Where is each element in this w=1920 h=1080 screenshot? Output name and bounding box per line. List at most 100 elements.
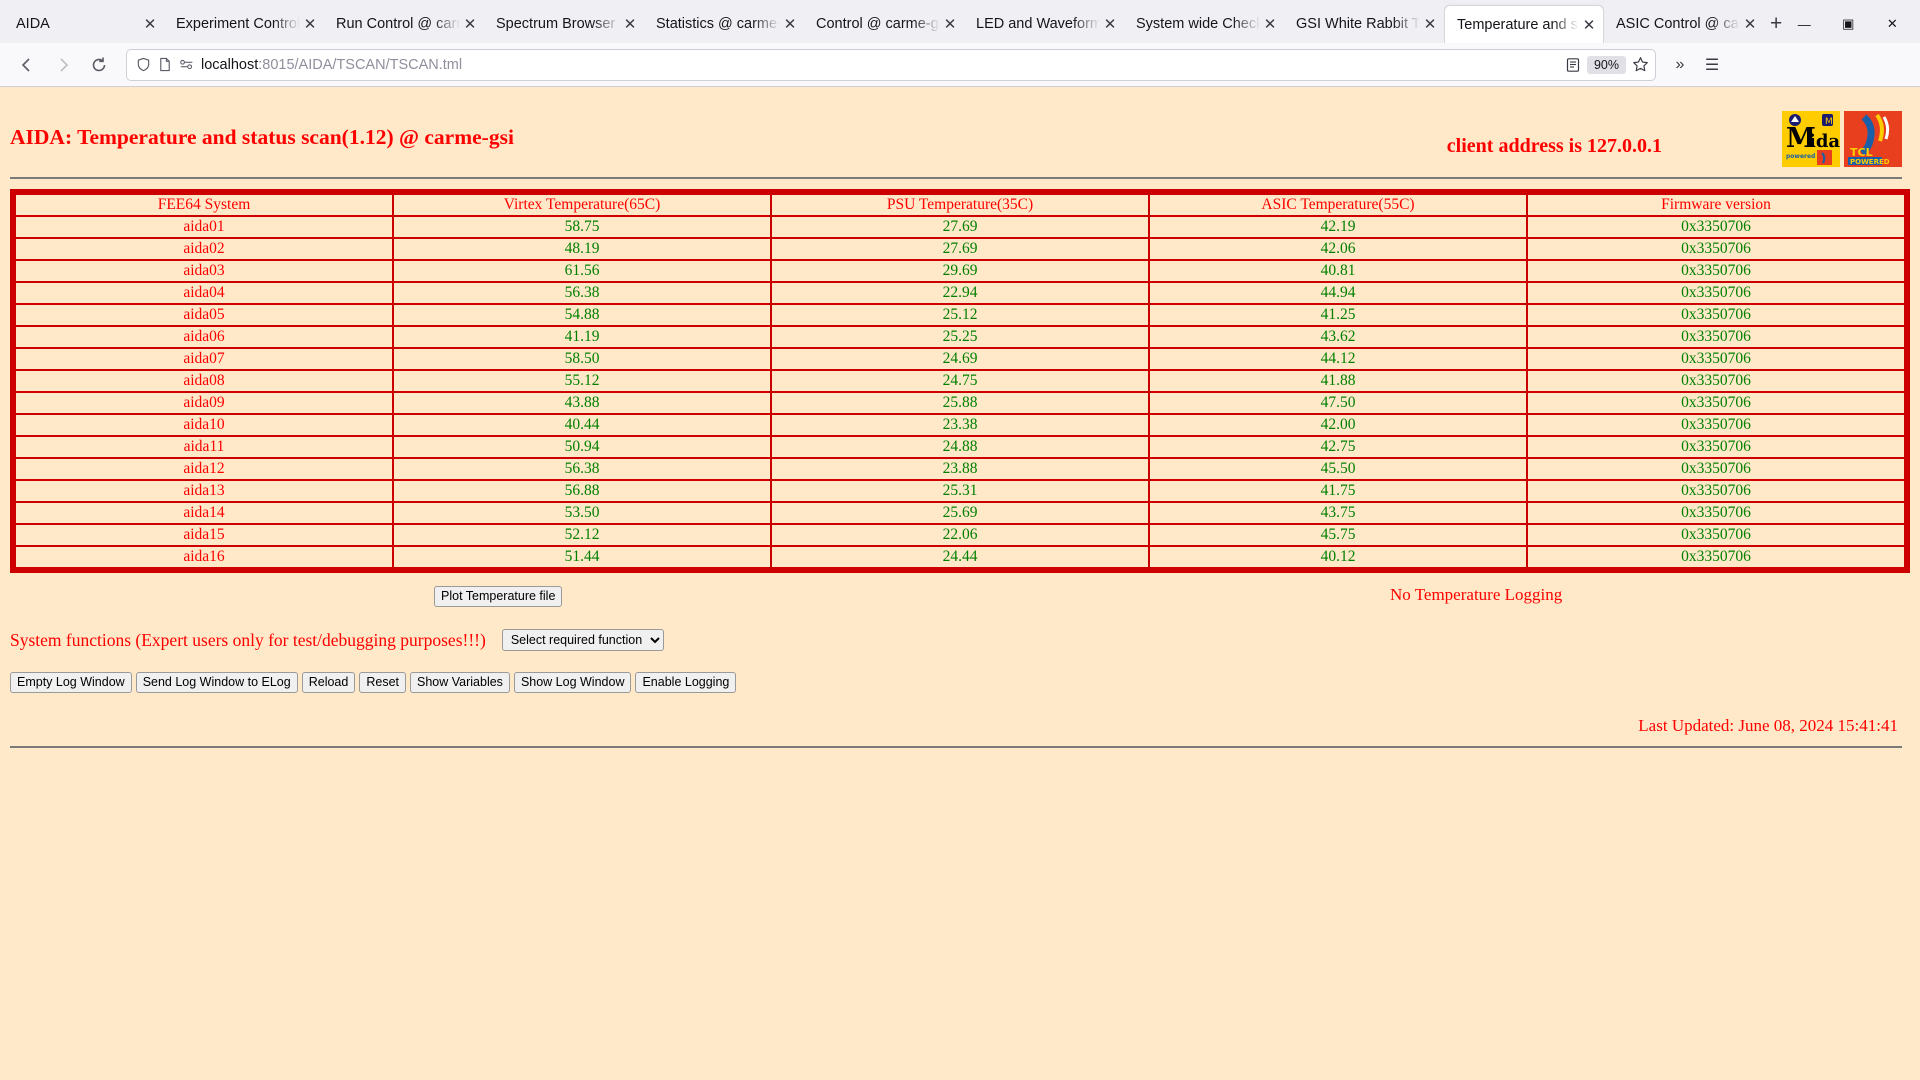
temperature-table-container: FEE64 System Virtex Temperature(65C) PSU T… bbox=[0, 179, 1920, 573]
page-icon[interactable] bbox=[158, 57, 172, 72]
browser-tab[interactable]: Run Control @ carme-gsi✕ bbox=[324, 5, 484, 43]
close-tab-icon[interactable]: ✕ bbox=[780, 14, 800, 34]
table-cell: 0x3350706 bbox=[1528, 525, 1904, 545]
browser-tab[interactable]: Spectrum Browser ✕ bbox=[484, 5, 644, 43]
browser-tab-label: System wide Check bbox=[1136, 16, 1260, 32]
table-cell: 47.50 bbox=[1150, 393, 1526, 413]
svg-text:idas: idas bbox=[1809, 131, 1840, 152]
page-content: AIDA: Temperature and status scan(1.12) … bbox=[0, 87, 1920, 1080]
client-address: client address is 127.0.0.1 bbox=[1446, 134, 1662, 157]
fee64-system-cell: aida02 bbox=[16, 239, 392, 259]
close-tab-icon[interactable]: ✕ bbox=[1260, 14, 1280, 34]
browser-tab[interactable]: GSI White Rabbit Time✕ bbox=[1284, 5, 1444, 43]
fee64-system-cell: aida09 bbox=[16, 393, 392, 413]
browser-tab[interactable]: Control @ carme-gsi ✕ bbox=[804, 5, 964, 43]
bookmark-star-icon[interactable] bbox=[1632, 56, 1649, 73]
maximize-window-button[interactable]: ▣ bbox=[1826, 8, 1870, 40]
table-cell: 41.19 bbox=[394, 327, 770, 347]
controls-area: Plot Temperature file No Temperature Log… bbox=[0, 583, 1920, 736]
browser-tab[interactable]: Temperature and status scan✕ bbox=[1444, 5, 1604, 43]
close-tab-icon[interactable]: ✕ bbox=[940, 14, 960, 34]
table-row: aida07 58.50 24.69 44.12 0x3350706 bbox=[16, 349, 1904, 369]
table-cell: 0x3350706 bbox=[1528, 459, 1904, 479]
close-tab-icon[interactable]: ✕ bbox=[1100, 14, 1120, 34]
function-select[interactable]: Select required function bbox=[501, 629, 664, 651]
action-button[interactable]: Show Log Window bbox=[513, 672, 632, 693]
table-cell: 42.75 bbox=[1150, 437, 1526, 457]
browser-chrome: AIDA ✕ Experiment Control ✕ Run Control @ ca… bbox=[0, 0, 1920, 87]
close-tab-icon[interactable]: ✕ bbox=[1740, 14, 1760, 34]
browser-tab[interactable]: Statistics @ carme-gsi✕ bbox=[644, 5, 804, 43]
table-row: aida10 40.44 23.38 42.00 0x3350706 bbox=[16, 415, 1904, 435]
browser-tab[interactable]: System wide Check ✕ bbox=[1124, 5, 1284, 43]
action-button[interactable]: Reset bbox=[359, 672, 406, 693]
action-button[interactable]: Enable Logging bbox=[635, 672, 737, 693]
table-row: aida01 58.75 27.69 42.19 0x3350706 bbox=[16, 217, 1904, 237]
table-cell: 24.69 bbox=[772, 349, 1148, 369]
logo-group: M M idas powered by TCL bbox=[1782, 111, 1902, 167]
browser-tab[interactable]: Experiment Control ✕ bbox=[164, 5, 324, 43]
permissions-icon[interactable] bbox=[179, 57, 195, 72]
close-tab-icon[interactable]: ✕ bbox=[300, 14, 320, 34]
shield-icon[interactable] bbox=[136, 57, 151, 72]
browser-tab-label: Run Control @ carme-gsi bbox=[336, 16, 460, 32]
table-cell: 40.44 bbox=[394, 415, 770, 435]
table-column-header: Firmware version bbox=[1528, 195, 1904, 215]
table-cell: 52.12 bbox=[394, 525, 770, 545]
back-arrow-icon bbox=[21, 57, 30, 72]
close-tab-icon[interactable]: ✕ bbox=[140, 14, 160, 34]
browser-tab[interactable]: ASIC Control @ carme-gsi✕ bbox=[1604, 5, 1764, 43]
table-cell: 56.38 bbox=[394, 283, 770, 303]
table-cell: 22.06 bbox=[772, 525, 1148, 545]
table-cell: 0x3350706 bbox=[1528, 503, 1904, 523]
close-tab-icon[interactable]: ✕ bbox=[620, 14, 640, 34]
table-cell: 0x3350706 bbox=[1528, 371, 1904, 391]
table-cell: 25.25 bbox=[772, 327, 1148, 347]
minimize-window-button[interactable]: — bbox=[1782, 8, 1826, 40]
table-cell: 0x3350706 bbox=[1528, 415, 1904, 435]
last-updated-text: Last Updated: June 08, 2024 15:41:41 bbox=[1638, 716, 1898, 735]
table-row: aida05 54.88 25.12 41.25 0x3350706 bbox=[16, 305, 1904, 325]
url-bar[interactable]: localhost:8015/AIDA/TSCAN/TSCAN.tml 90% bbox=[126, 48, 1656, 81]
table-cell: 25.12 bbox=[772, 305, 1148, 325]
table-row: aida13 56.88 25.31 41.75 0x3350706 bbox=[16, 481, 1904, 501]
table-cell: 48.19 bbox=[394, 239, 770, 259]
close-tab-icon[interactable]: ✕ bbox=[460, 14, 480, 34]
close-tab-icon[interactable]: ✕ bbox=[1420, 14, 1440, 34]
browser-tab-label: Control @ carme-gsi bbox=[816, 16, 940, 32]
browser-tab[interactable]: AIDA ✕ bbox=[4, 5, 164, 43]
back-button[interactable] bbox=[10, 48, 44, 82]
table-column-header: Virtex Temperature(65C) bbox=[394, 195, 770, 215]
system-functions-row: System functions (Expert users only for … bbox=[10, 629, 1902, 651]
reload-button[interactable] bbox=[82, 48, 116, 82]
fee64-system-cell: aida05 bbox=[16, 305, 392, 325]
action-button[interactable]: Send Log Window to ELog bbox=[135, 672, 298, 693]
fee64-system-cell: aida10 bbox=[16, 415, 392, 435]
table-column-header: FEE64 System bbox=[16, 195, 392, 215]
plot-temperature-file-button[interactable]: Plot Temperature file bbox=[434, 585, 563, 607]
overflow-chevrons-button[interactable]: » bbox=[1664, 49, 1696, 81]
browser-tab-label: AIDA bbox=[16, 16, 50, 32]
forward-button[interactable] bbox=[46, 48, 80, 82]
reader-mode-icon[interactable] bbox=[1565, 57, 1581, 73]
action-button-row: Empty Log Window Send Log Window to ELog R… bbox=[10, 672, 1902, 693]
close-tab-icon[interactable]: ✕ bbox=[1579, 15, 1599, 35]
table-cell: 0x3350706 bbox=[1528, 393, 1904, 413]
url-text[interactable]: localhost:8015/AIDA/TSCAN/TSCAN.tml bbox=[201, 57, 1565, 73]
action-button[interactable]: Reload bbox=[301, 672, 356, 693]
fee64-system-cell: aida04 bbox=[16, 283, 392, 303]
table-cell: 27.69 bbox=[772, 217, 1148, 237]
table-row: aida16 51.44 24.44 40.12 0x3350706 bbox=[16, 547, 1904, 567]
browser-tab[interactable]: LED and Waveform ✕ bbox=[964, 5, 1124, 43]
url-bar-left-icons bbox=[133, 57, 201, 72]
plot-row: Plot Temperature file No Temperature Log… bbox=[10, 583, 1902, 609]
new-tab-button[interactable]: + bbox=[1770, 7, 1782, 41]
action-button[interactable]: Show Variables bbox=[410, 672, 510, 693]
action-button[interactable]: Empty Log Window bbox=[10, 672, 132, 693]
navigation-toolbar: localhost:8015/AIDA/TSCAN/TSCAN.tml 90% … bbox=[0, 43, 1920, 86]
close-window-button[interactable]: ✕ bbox=[1870, 8, 1914, 40]
zoom-level-indicator[interactable]: 90% bbox=[1586, 55, 1626, 74]
application-menu-button[interactable]: ☰ bbox=[1696, 49, 1728, 81]
browser-tab-label: GSI White Rabbit Time bbox=[1296, 16, 1420, 32]
table-cell: 0x3350706 bbox=[1528, 327, 1904, 347]
